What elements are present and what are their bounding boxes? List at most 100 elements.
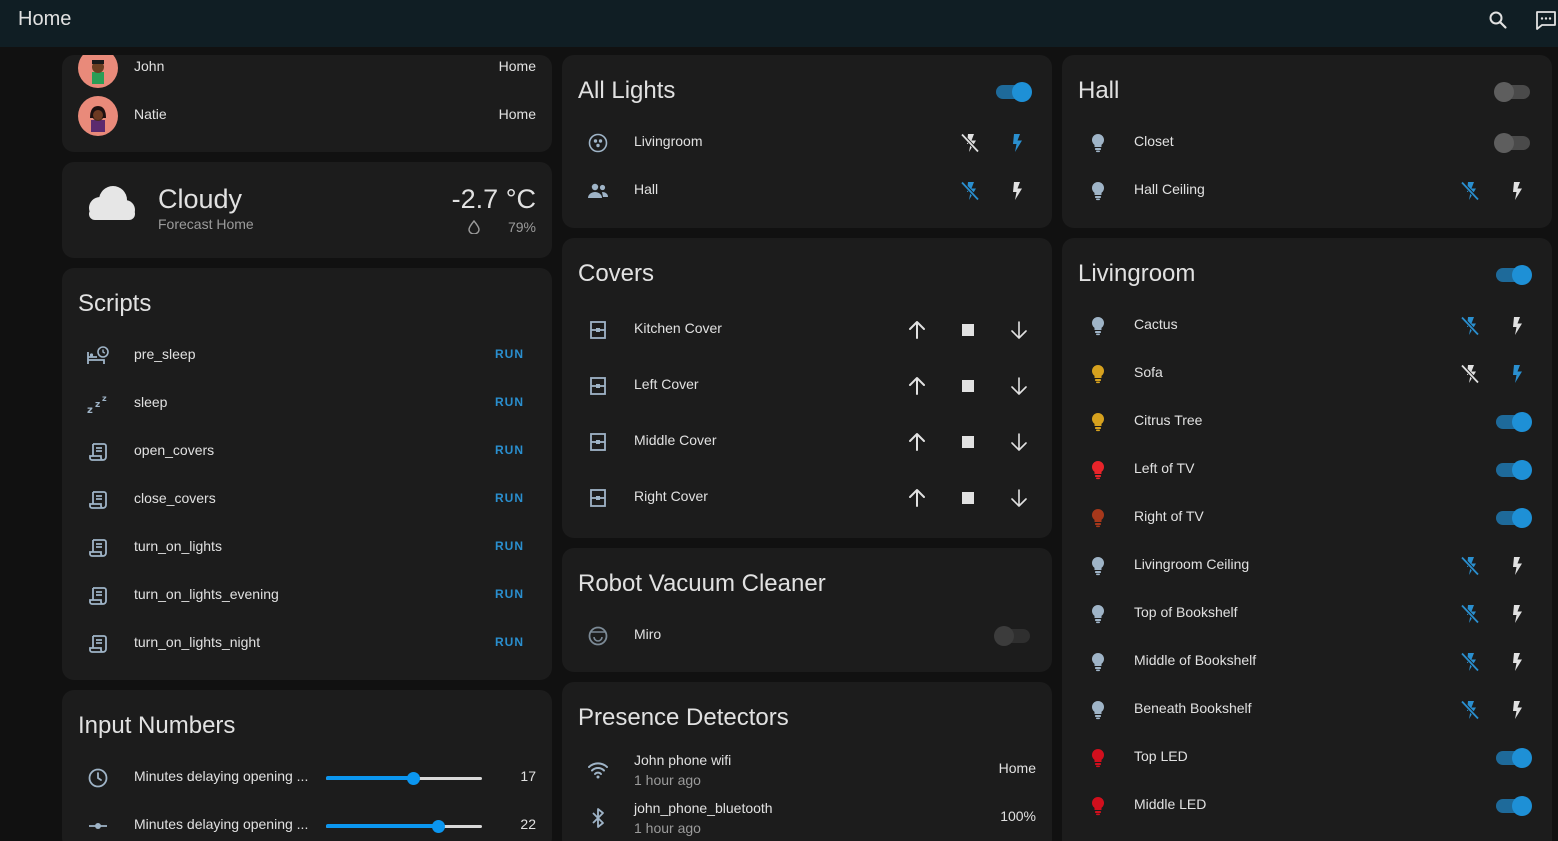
presence-row[interactable]: john_phone_bluetooth 1 hour ago 100% — [562, 794, 1052, 841]
light-toggle[interactable] — [1494, 458, 1532, 482]
light-group-row[interactable]: Livingroom — [562, 119, 1052, 167]
arrow-down-icon[interactable] — [1007, 486, 1031, 510]
arrow-up-icon[interactable] — [905, 318, 929, 342]
light-row[interactable]: Sofa — [1062, 350, 1552, 398]
light-row[interactable]: Livingroom Ceiling — [1062, 542, 1552, 590]
card-title: Hall — [1078, 77, 1120, 104]
flash-off-icon[interactable] — [1458, 179, 1482, 203]
run-button[interactable]: RUN — [495, 347, 524, 361]
light-row[interactable]: Middle LED — [1062, 782, 1552, 830]
light-toggle[interactable] — [1494, 131, 1532, 155]
presence-last-changed: 1 hour ago — [634, 772, 701, 788]
flash-icon[interactable] — [1504, 602, 1528, 626]
light-row[interactable]: Top of Bookshelf — [1062, 590, 1552, 638]
svg-text:z: z — [87, 405, 93, 416]
ray-vertex-icon — [86, 814, 110, 838]
arrow-down-icon[interactable] — [1007, 374, 1031, 398]
light-toggle[interactable] — [1494, 794, 1532, 818]
weather-card[interactable]: Cloudy Forecast Home -2.7 °C 79% — [62, 162, 552, 258]
flash-off-icon[interactable] — [1458, 650, 1482, 674]
input-number-slider[interactable] — [326, 768, 482, 788]
arrow-up-icon[interactable] — [905, 486, 929, 510]
all-lights-master-toggle[interactable] — [994, 80, 1032, 104]
assist-chat-icon[interactable] — [1534, 8, 1558, 32]
livingroom-master-toggle[interactable] — [1494, 263, 1532, 287]
lightbulb-icon — [1086, 698, 1110, 722]
window-shutter-icon — [586, 374, 610, 398]
weather-humidity: 79% — [507, 219, 536, 235]
entity-name: Cactus — [1134, 316, 1178, 332]
run-button[interactable]: RUN — [495, 443, 524, 457]
flash-icon[interactable] — [1004, 131, 1028, 155]
script-row: turn_on_lights_night RUN — [62, 620, 552, 668]
run-button[interactable]: RUN — [495, 395, 524, 409]
flash-icon[interactable] — [1504, 698, 1528, 722]
light-row[interactable]: Left of TV — [1062, 446, 1552, 494]
run-button[interactable]: RUN — [495, 539, 524, 553]
light-row[interactable]: Beneath Bookshelf — [1062, 686, 1552, 734]
light-toggle[interactable] — [1494, 746, 1532, 770]
arrow-up-icon[interactable] — [905, 430, 929, 454]
run-button[interactable]: RUN — [495, 635, 524, 649]
flash-off-icon[interactable] — [1458, 362, 1482, 386]
cover-row: Kitchen Cover — [562, 306, 1052, 354]
bed-clock-icon — [86, 344, 110, 368]
presence-name: john_phone_bluetooth — [634, 800, 773, 816]
vacuum-toggle[interactable] — [994, 624, 1032, 648]
entity-name: pre_sleep — [134, 346, 196, 362]
stop-icon[interactable] — [956, 374, 980, 398]
presence-row[interactable]: John phone wifi 1 hour ago Home — [562, 746, 1052, 794]
entity-name: Sofa — [1134, 364, 1163, 380]
presence-state: 100% — [1000, 808, 1036, 824]
light-row[interactable]: Top LED — [1062, 734, 1552, 782]
lightbulb-icon — [1086, 746, 1110, 770]
light-row[interactable]: Hall Ceiling — [1062, 167, 1552, 215]
light-row[interactable]: Cactus — [1062, 302, 1552, 350]
stop-icon[interactable] — [956, 486, 980, 510]
run-button[interactable]: RUN — [495, 587, 524, 601]
arrow-up-icon[interactable] — [905, 374, 929, 398]
flash-off-icon[interactable] — [958, 131, 982, 155]
flash-off-icon[interactable] — [1458, 602, 1482, 626]
flash-icon[interactable] — [1504, 362, 1528, 386]
light-toggle[interactable] — [1494, 410, 1532, 434]
flash-off-icon[interactable] — [1458, 698, 1482, 722]
entity-name: sleep — [134, 394, 168, 410]
light-group-row[interactable]: Hall — [562, 167, 1052, 215]
script-row: pre_sleep RUN — [62, 332, 552, 380]
hall-card: Hall Closet Hall Ceiling — [1062, 55, 1552, 228]
arrow-down-icon[interactable] — [1007, 318, 1031, 342]
flash-icon[interactable] — [1504, 650, 1528, 674]
entity-name: Citrus Tree — [1134, 412, 1203, 428]
stop-icon[interactable] — [956, 430, 980, 454]
hall-master-toggle[interactable] — [1494, 80, 1532, 104]
search-icon[interactable] — [1486, 8, 1510, 32]
presence-state: Home — [998, 760, 1036, 776]
input-number-slider[interactable] — [326, 816, 482, 836]
cover-row: Left Cover — [562, 362, 1052, 410]
light-toggle[interactable] — [1494, 506, 1532, 530]
light-row[interactable]: Middle of Bookshelf — [1062, 638, 1552, 686]
flash-off-icon[interactable] — [1458, 314, 1482, 338]
presence-card: Presence Detectors John phone wifi 1 hou… — [562, 682, 1052, 841]
flash-icon[interactable] — [1504, 554, 1528, 578]
run-button[interactable]: RUN — [495, 491, 524, 505]
weather-subtitle: Forecast Home — [158, 216, 254, 232]
card-title: Livingroom — [1078, 260, 1196, 287]
light-row[interactable]: Citrus Tree — [1062, 398, 1552, 446]
sleep-icon: zzz — [86, 392, 110, 416]
flash-icon[interactable] — [1504, 179, 1528, 203]
cloudy-icon — [80, 180, 138, 226]
person-row-natie[interactable]: Natie Home — [62, 92, 552, 140]
entity-name: turn_on_lights — [134, 538, 222, 554]
person-row-john[interactable]: John Home — [62, 55, 552, 92]
vacuum-row[interactable]: Miro — [562, 612, 1052, 660]
flash-off-icon[interactable] — [958, 179, 982, 203]
light-row[interactable]: Right of TV — [1062, 494, 1552, 542]
flash-off-icon[interactable] — [1458, 554, 1482, 578]
arrow-down-icon[interactable] — [1007, 430, 1031, 454]
flash-icon[interactable] — [1004, 179, 1028, 203]
stop-icon[interactable] — [956, 318, 980, 342]
flash-icon[interactable] — [1504, 314, 1528, 338]
light-row[interactable]: Closet — [1062, 119, 1552, 167]
